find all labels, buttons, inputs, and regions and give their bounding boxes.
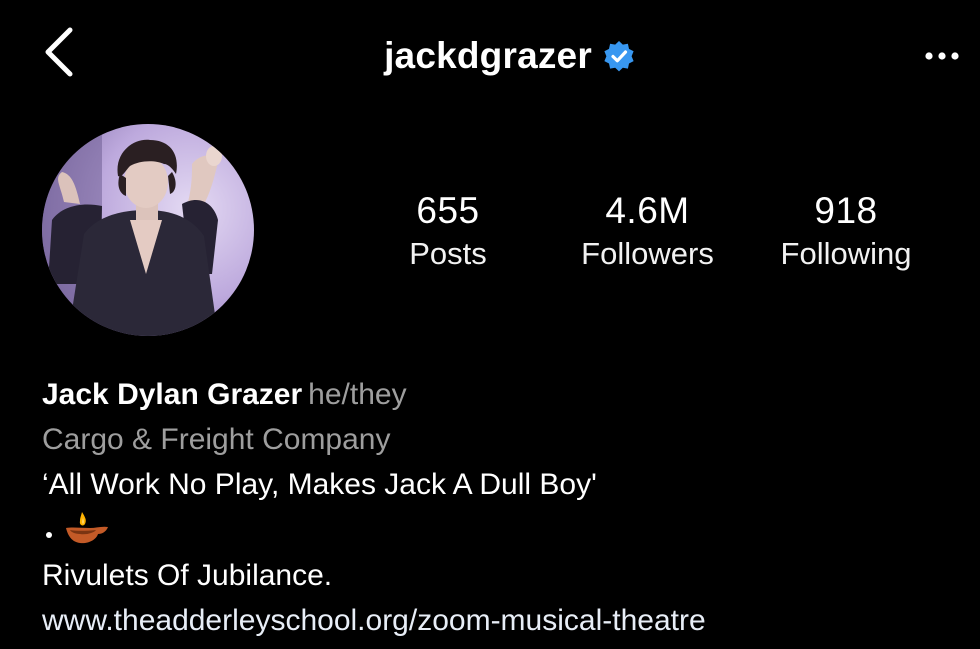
stat-followers[interactable]: 4.6M Followers (560, 190, 735, 276)
bullet-dot (46, 532, 52, 538)
posts-label: Posts (409, 236, 487, 271)
bio-line-quote: ‘All Work No Play, Makes Jack A Dull Boy… (42, 468, 597, 501)
posts-count: 655 (416, 190, 480, 231)
pronouns: he/they (308, 378, 407, 411)
name-row: Jack Dylan Grazer he/they (42, 372, 972, 417)
profile-username: jackdgrazer (384, 35, 592, 76)
verified-badge-icon (604, 41, 634, 72)
oil-lamp-emoji (66, 512, 108, 544)
stat-posts[interactable]: 655 Posts (388, 190, 508, 276)
followers-count: 4.6M (605, 190, 690, 231)
bio-emoji-line (42, 507, 972, 553)
avatar-photo (42, 124, 254, 336)
more-options-button[interactable] (912, 30, 972, 80)
stat-following[interactable]: 918 Following (762, 190, 930, 276)
profile-bio: Jack Dylan Grazer he/they Cargo & Freight… (42, 372, 972, 643)
following-count: 918 (814, 190, 878, 231)
chevron-left-icon (45, 27, 73, 77)
profile-avatar[interactable] (42, 124, 254, 336)
more-horizontal-icon (925, 52, 959, 60)
profile-screen: jackdgrazer 655 Posts 4.6M Followers 918… (0, 0, 980, 649)
bio-website-link[interactable]: www.theadderleyschool.org/zoom-musical-t… (42, 598, 972, 643)
back-button[interactable] (36, 22, 86, 82)
display-name: Jack Dylan Grazer (42, 378, 303, 411)
bio-line-tagline: Rivulets Of Jubilance. (42, 559, 333, 592)
following-label: Following (780, 236, 912, 271)
category-label: Cargo & Freight Company (42, 423, 391, 456)
followers-label: Followers (581, 236, 714, 271)
